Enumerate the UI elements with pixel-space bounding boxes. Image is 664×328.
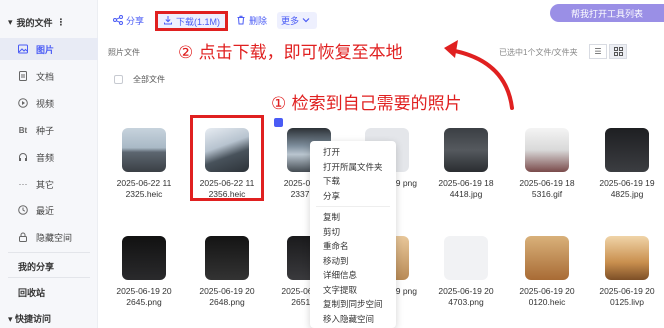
tile-checkbox[interactable] [274, 118, 283, 127]
sidebar-item-hidden-space[interactable]: 隐藏空间 [0, 226, 98, 248]
sidebar-recycle-bin[interactable]: 回收站 [18, 286, 45, 299]
photo-thumbnail [205, 128, 249, 172]
download-button[interactable]: 下载(1.1M) [155, 11, 229, 31]
headphones-icon [18, 152, 28, 162]
download-icon [163, 15, 173, 27]
sidebar-item-recent[interactable]: 最近 [0, 199, 98, 221]
delete-button[interactable]: 删除 [236, 12, 267, 29]
breadcrumb[interactable]: 照片文件 [108, 47, 140, 58]
select-all-row[interactable]: 全部文件 [114, 74, 165, 85]
sidebar-quick-access[interactable]: ▾ 快捷访问 [8, 312, 51, 325]
menu-item-share[interactable]: 分享 [310, 189, 396, 204]
lock-icon [18, 232, 28, 242]
menu-item-open[interactable]: 打开 [310, 145, 396, 160]
select-all-checkbox[interactable] [114, 75, 123, 84]
file-tile[interactable]: 2025-06-19 18 5316.gif [510, 128, 584, 200]
sidebar-my-shares[interactable]: 我的分享 [18, 260, 54, 273]
photo-thumbnail [525, 128, 569, 172]
menu-item-copy[interactable]: 复制 [310, 210, 396, 225]
promo-button[interactable]: 帮我打开工具列表 [550, 4, 664, 22]
photo-thumbnail [444, 236, 488, 280]
share-button[interactable]: 分享 [113, 12, 144, 29]
file-tile-selected[interactable]: 2025-06-22 11 2356.heic [190, 115, 264, 201]
file-tile[interactable]: 2025-06-19 20 2648.png [190, 236, 264, 308]
file-tile[interactable]: 2025-06-19 19 4825.jpg [590, 128, 664, 200]
document-icon [18, 71, 28, 81]
context-menu: 打开 打开所属文件夹 下载 分享 复制 剪切 重命名 移动到 详细信息 文字提取… [310, 141, 396, 328]
menu-item-move-to[interactable]: 移动到 [310, 254, 396, 269]
menu-item-open-folder[interactable]: 打开所属文件夹 [310, 160, 396, 175]
photo-thumbnail [444, 128, 488, 172]
caret-down-icon: ▾ [8, 17, 13, 27]
menu-item-text-extract[interactable]: 文字提取 [310, 283, 396, 298]
sidebar-item-audio[interactable]: 音频 [0, 146, 98, 168]
chevron-down-icon [302, 16, 310, 26]
image-icon [18, 44, 28, 54]
caret-down-icon: ▾ [8, 314, 13, 324]
list-view-icon[interactable]: ☰ [589, 44, 607, 59]
sidebar-item-torrents[interactable]: Bt 种子 [0, 119, 98, 141]
annotation-step2: ② 点击下载，即可恢复至本地 [178, 43, 403, 63]
file-tile[interactable]: 2025-06-22 11 2325.heic [107, 128, 181, 200]
red-arrow-icon [444, 40, 514, 110]
menu-item-move-to-hidden[interactable]: 移入隐藏空间 [310, 312, 396, 327]
photo-thumbnail [525, 236, 569, 280]
photo-thumbnail [605, 128, 649, 172]
sidebar-divider [8, 277, 90, 278]
file-tile[interactable]: 2025-06-19 20 0120.heic [510, 236, 584, 308]
sidebar-item-documents[interactable]: 文档 [0, 65, 98, 87]
photo-thumbnail [205, 236, 249, 280]
more-button[interactable]: 更多 [277, 12, 317, 29]
more-icon: ··· [18, 179, 28, 189]
file-tile[interactable]: 2025-06-19 20 2645.png [107, 236, 181, 308]
file-tile[interactable]: 2025-06-19 18 4418.jpg [429, 128, 503, 200]
annotation-step1: ① 检索到自己需要的照片 [271, 94, 462, 114]
share-icon [113, 14, 123, 27]
trash-icon [236, 15, 246, 27]
my-files-header[interactable]: ▾ 我的文件 ⋮ [8, 16, 66, 29]
menu-item-details[interactable]: 详细信息 [310, 268, 396, 283]
sidebar-item-other[interactable]: ··· 其它 [0, 173, 98, 195]
grid-view-icon[interactable] [609, 44, 627, 59]
file-tile[interactable]: 2025-06-19 20 0125.livp [590, 236, 664, 308]
video-icon [18, 98, 28, 108]
menu-item-download[interactable]: 下载 [310, 174, 396, 189]
sidebar-item-videos[interactable]: 视频 [0, 92, 98, 114]
kebab-icon[interactable]: ⋮ [57, 17, 66, 28]
photo-thumbnail [122, 236, 166, 280]
menu-item-rename[interactable]: 重命名 [310, 239, 396, 254]
clock-icon [18, 205, 28, 215]
menu-item-copy-to-sync[interactable]: 复制到同步空间 [310, 297, 396, 312]
bt-icon: Bt [18, 125, 28, 135]
file-tile[interactable]: 2025-06-19 20 4703.png [429, 236, 503, 308]
photo-thumbnail [122, 128, 166, 172]
menu-item-cut[interactable]: 剪切 [310, 225, 396, 240]
sidebar-divider [8, 252, 90, 253]
sidebar: ▾ 我的文件 ⋮ 图片 文档 视频 Bt 种子 音频 ··· 其它 最近 隐藏空… [0, 0, 98, 328]
menu-separator [316, 206, 390, 207]
sidebar-item-images[interactable]: 图片 [0, 38, 98, 60]
photo-thumbnail [605, 236, 649, 280]
